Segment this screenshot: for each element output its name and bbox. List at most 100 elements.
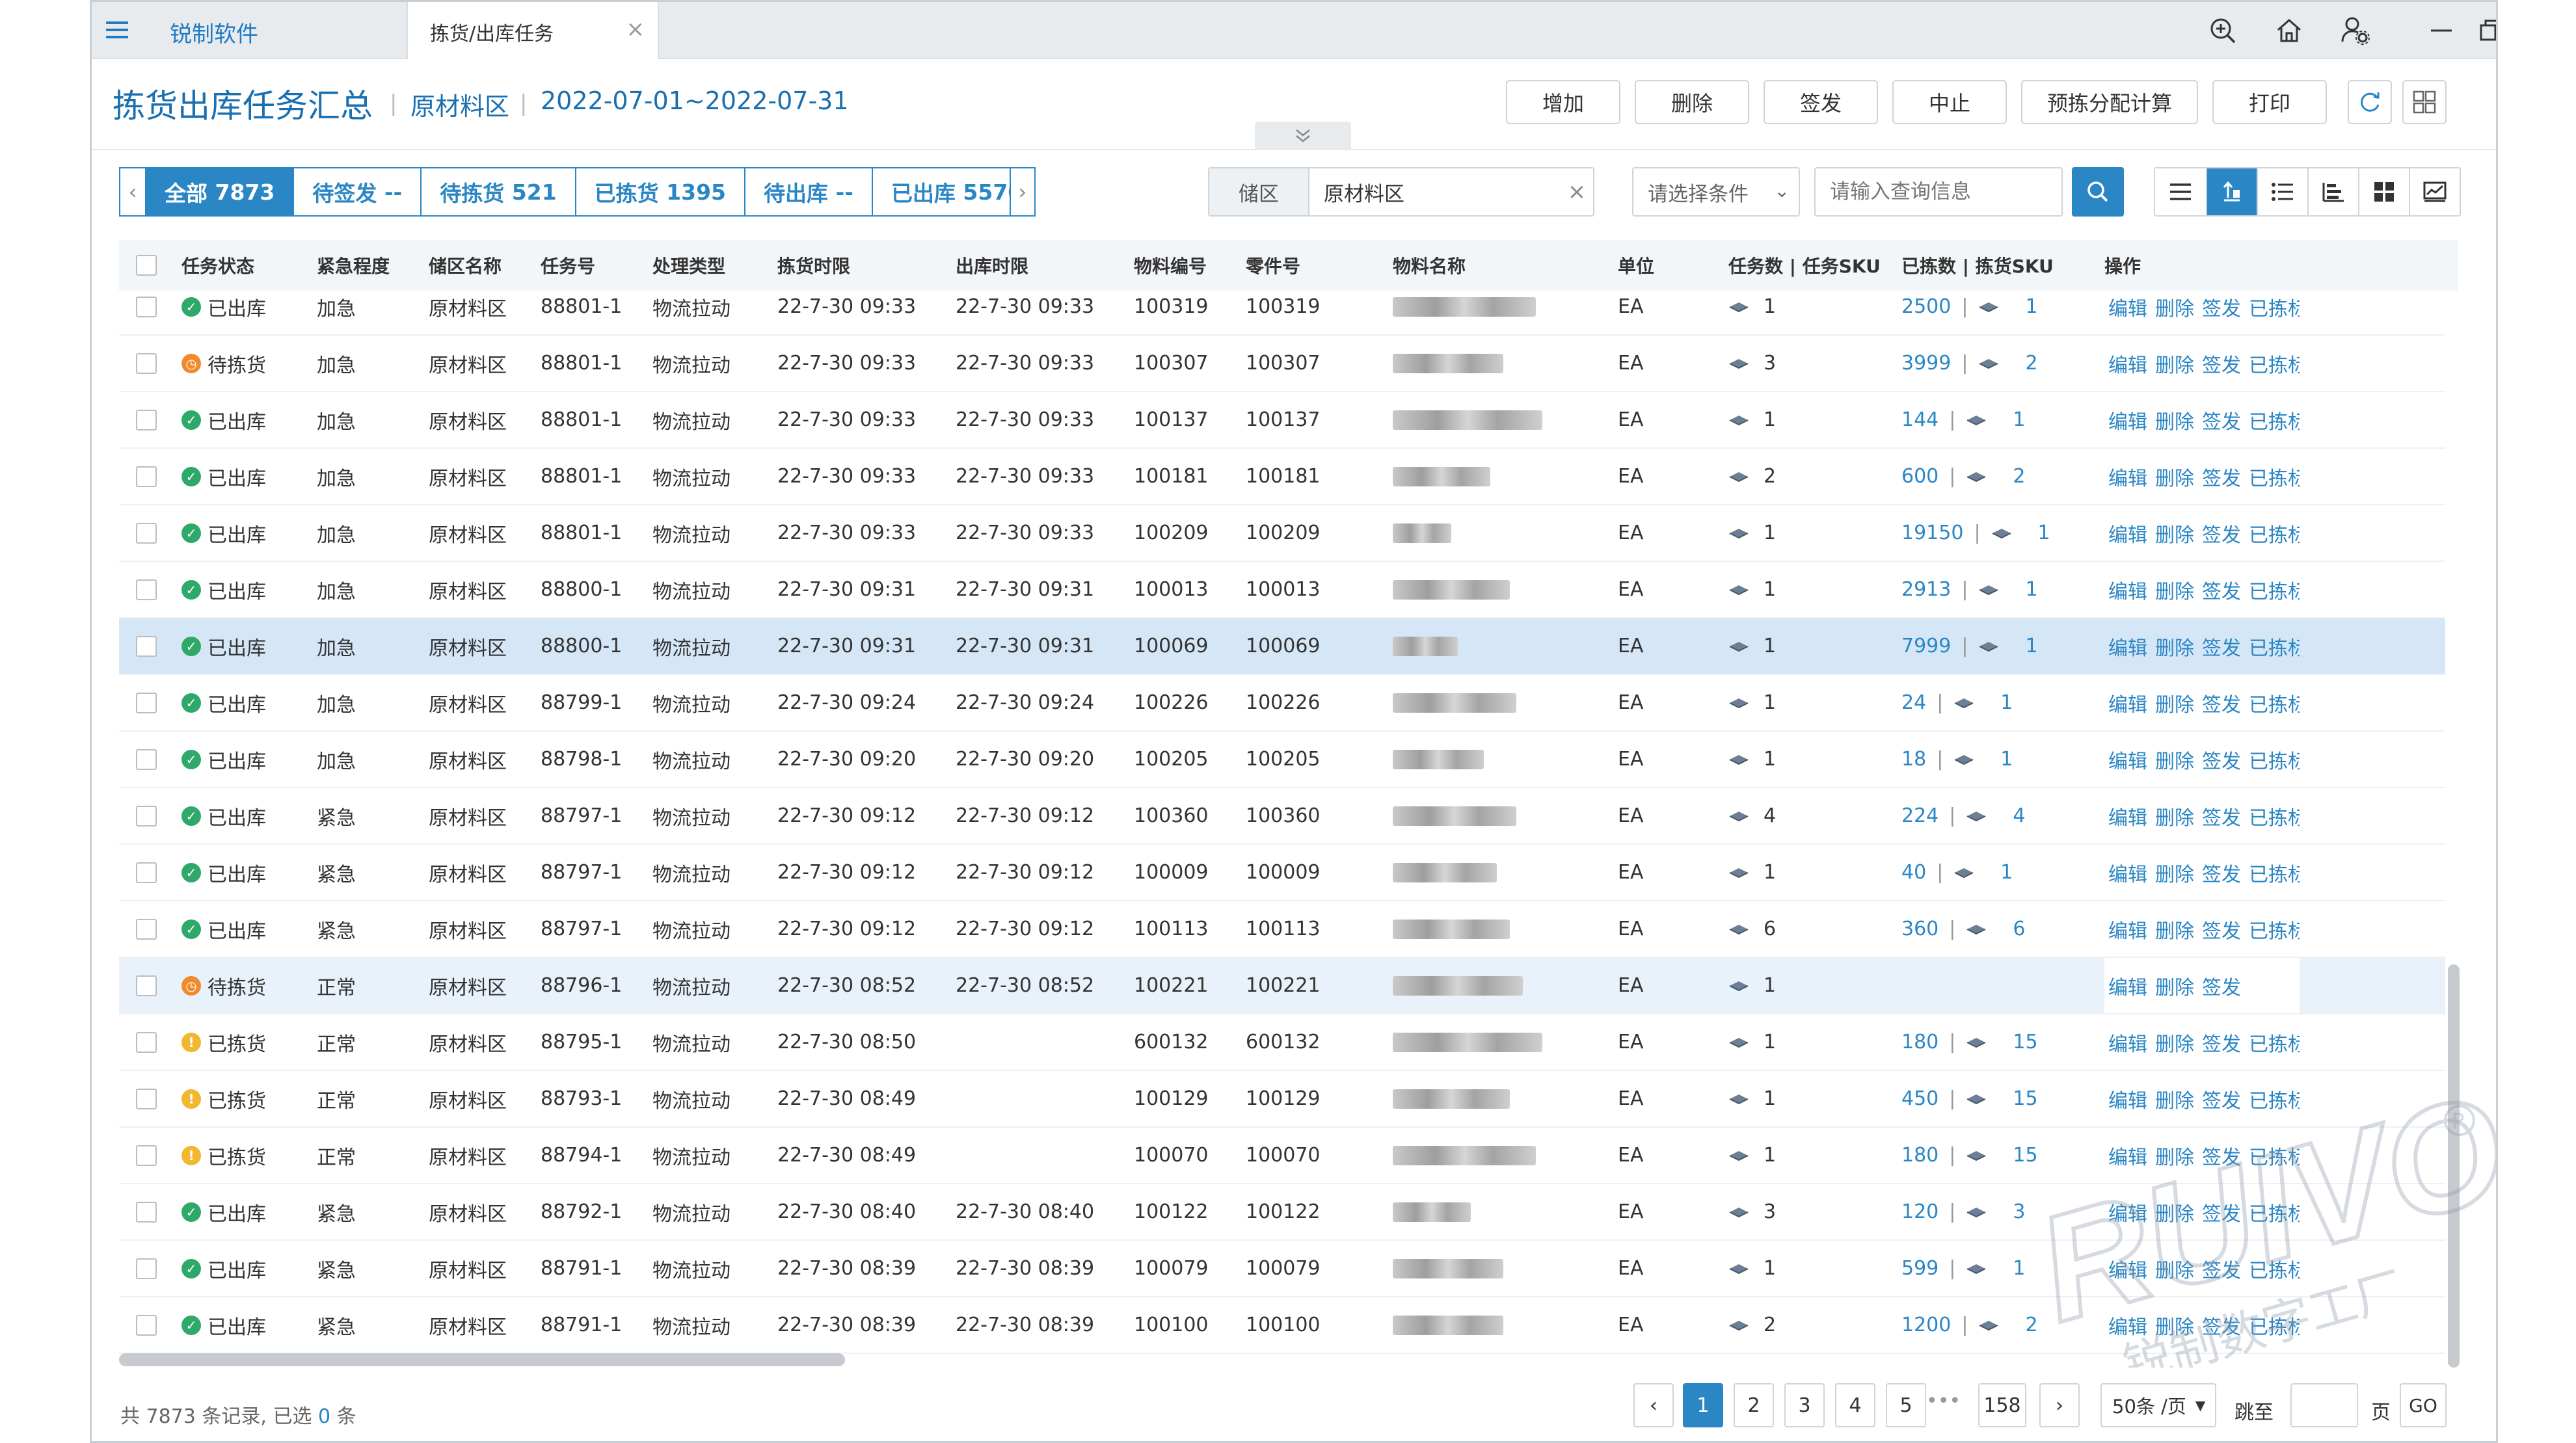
row-checkbox[interactable] <box>136 579 157 600</box>
edit-link[interactable]: 编辑 <box>2108 1141 2147 1170</box>
picked-qty-link[interactable]: 3999 <box>1901 352 1951 375</box>
edit-link[interactable]: 编辑 <box>2108 689 2147 717</box>
row-checkbox[interactable] <box>136 1201 157 1223</box>
edit-link[interactable]: 编辑 <box>2108 802 2147 830</box>
picked-label-link[interactable]: 已拣标签 <box>2249 519 2300 548</box>
pick-sku-link[interactable]: 2 <box>2013 465 2025 488</box>
pick-sku-link[interactable]: 6 <box>2013 918 2025 940</box>
next-page-button[interactable]: › <box>2039 1383 2080 1427</box>
delete-link[interactable]: 删除 <box>2155 576 2194 604</box>
row-checkbox[interactable] <box>136 1088 157 1109</box>
page-2-button[interactable]: 2 <box>1734 1383 1774 1427</box>
issue-link[interactable]: 签发 <box>2202 519 2241 548</box>
tab-outbound[interactable]: 已出库 5570 <box>871 168 1010 215</box>
delete-link[interactable]: 删除 <box>2155 462 2194 491</box>
row-checkbox[interactable] <box>136 975 157 996</box>
table-row[interactable]: ✓ 已出库 加急 原材料区 88801-1 物流拉动 22-7-30 09:33 22-7-3… <box>119 505 2445 562</box>
layout-settings-icon[interactable] <box>2402 80 2447 124</box>
issue-link[interactable]: 签发 <box>2202 632 2241 661</box>
pick-sku-link[interactable]: 1 <box>2000 861 2013 884</box>
picked-label-link[interactable]: 已拣标签 <box>2249 349 2300 378</box>
pick-sku-link[interactable]: 15 <box>2013 1087 2037 1110</box>
pick-sku-link[interactable]: 1 <box>2013 408 2025 431</box>
picked-qty-link[interactable]: 19150 <box>1901 522 1963 544</box>
picked-label-link[interactable]: 已拣标签 <box>2249 293 2300 321</box>
row-checkbox[interactable] <box>136 1314 157 1336</box>
picked-qty-link[interactable]: 40 <box>1901 861 1926 884</box>
pick-sku-link[interactable]: 15 <box>2013 1144 2037 1167</box>
picked-label-link[interactable]: 已拣标签 <box>2249 745 2300 774</box>
row-checkbox[interactable] <box>136 1145 157 1166</box>
condition-select[interactable]: 请选择条件 ⌄ <box>1632 167 1800 217</box>
picked-qty-link[interactable]: 224 <box>1901 804 1939 827</box>
chart-view-icon[interactable] <box>2409 168 2460 215</box>
pick-sku-link[interactable]: 1 <box>2000 691 2013 714</box>
tab-picked[interactable]: 已拣货 1395 <box>574 168 745 215</box>
table-row[interactable]: ! 已拣货 正常 原材料区 88793-1 物流拉动 22-7-30 08:49 100129… <box>119 1071 2445 1128</box>
select-all-checkbox[interactable] <box>136 255 157 276</box>
issue-link[interactable]: 签发 <box>2202 915 2241 944</box>
expand-header-icon[interactable] <box>1255 122 1351 150</box>
tab-pending-outbound[interactable]: 待出库 -- <box>744 168 872 215</box>
tab-pending-issue[interactable]: 待签发 -- <box>293 168 421 215</box>
zoom-in-icon[interactable] <box>2205 12 2241 49</box>
issue-link[interactable]: 签发 <box>2202 462 2241 491</box>
picked-label-link[interactable]: 已拣标签 <box>2249 462 2300 491</box>
row-checkbox[interactable] <box>136 1031 157 1053</box>
tab-close-icon[interactable]: × <box>626 16 645 42</box>
pick-sku-link[interactable]: 1 <box>2025 635 2037 657</box>
refresh-icon[interactable] <box>2348 80 2392 124</box>
edit-link[interactable]: 编辑 <box>2108 1311 2147 1340</box>
home-icon[interactable] <box>2271 12 2307 49</box>
picked-qty-link[interactable]: 24 <box>1901 691 1926 714</box>
issue-link[interactable]: 签发 <box>2202 858 2241 887</box>
pick-sku-link[interactable]: 1 <box>2025 578 2037 601</box>
date-range[interactable]: 2022-07-01~2022-07-31 <box>541 86 849 115</box>
table-row[interactable]: ✓ 已出库 加急 原材料区 88800-1 物流拉动 22-7-30 09:31 22-7-3… <box>119 618 2445 675</box>
pick-sku-link[interactable]: 1 <box>2038 522 2050 544</box>
table-row[interactable]: ✓ 已出库 紧急 原材料区 88797-1 物流拉动 22-7-30 09:12 22-7-3… <box>119 901 2445 958</box>
picked-qty-link[interactable]: 450 <box>1901 1087 1939 1110</box>
picked-qty-link[interactable]: 144 <box>1901 408 1939 431</box>
stop-button[interactable]: 中止 <box>1892 80 2007 124</box>
page-4-button[interactable]: 4 <box>1835 1383 1875 1427</box>
table-row[interactable]: ✓ 已出库 紧急 原材料区 88797-1 物流拉动 22-7-30 09:12 22-7-3… <box>119 845 2445 901</box>
delete-link[interactable]: 删除 <box>2155 802 2194 830</box>
vertical-scrollbar[interactable] <box>2448 964 2460 1368</box>
picked-label-link[interactable]: 已拣标签 <box>2249 1311 2300 1340</box>
page-size-select[interactable]: 50条 /页 ▼ <box>2100 1383 2216 1427</box>
delete-link[interactable]: 删除 <box>2155 1028 2194 1057</box>
page-ellipsis[interactable]: ••• <box>1926 1390 1961 1412</box>
table-row[interactable]: ✓ 已出库 加急 原材料区 88801-1 物流拉动 22-7-30 09:33 22-7-3… <box>119 449 2445 505</box>
delete-link[interactable]: 删除 <box>2155 406 2194 434</box>
row-checkbox[interactable] <box>136 296 157 317</box>
issue-link[interactable]: 签发 <box>2202 576 2241 604</box>
picked-qty-link[interactable]: 360 <box>1901 918 1939 940</box>
pick-sku-link[interactable]: 1 <box>2025 295 2037 318</box>
table-row[interactable]: ✓ 已出库 加急 原材料区 88800-1 物流拉动 22-7-30 09:31 22-7-3… <box>119 562 2445 618</box>
row-checkbox[interactable] <box>136 862 157 883</box>
issue-link[interactable]: 签发 <box>2202 349 2241 378</box>
delete-link[interactable]: 删除 <box>2155 689 2194 717</box>
clear-icon[interactable]: × <box>1561 168 1593 215</box>
edit-link[interactable]: 编辑 <box>2108 349 2147 378</box>
row-checkbox[interactable] <box>136 805 157 827</box>
row-checkbox[interactable] <box>136 522 157 544</box>
pre-allocation-button[interactable]: 预拣分配计算 <box>2021 80 2198 124</box>
picked-label-link[interactable]: 已拣标签 <box>2249 858 2300 887</box>
picked-qty-link[interactable]: 1200 <box>1901 1314 1951 1336</box>
search-input[interactable] <box>1814 167 2063 217</box>
tabs-scroll-left-icon[interactable]: ‹ <box>120 168 145 215</box>
picked-qty-link[interactable]: 2913 <box>1901 578 1951 601</box>
picked-qty-link[interactable]: 180 <box>1901 1144 1939 1167</box>
search-button[interactable] <box>2072 167 2124 217</box>
user-settings-icon[interactable] <box>2337 12 2374 49</box>
picked-qty-link[interactable]: 599 <box>1901 1257 1939 1280</box>
page-5-button[interactable]: 5 <box>1886 1383 1926 1427</box>
print-button[interactable]: 打印 <box>2212 80 2327 124</box>
table-row[interactable]: ! 已拣货 正常 原材料区 88795-1 物流拉动 22-7-30 08:50 600132… <box>119 1014 2445 1071</box>
issue-link[interactable]: 签发 <box>2202 1028 2241 1057</box>
table-row[interactable]: ◷ 待拣货 正常 原材料区 88796-1 物流拉动 22-7-30 08:52 22-7-3… <box>119 958 2445 1014</box>
detail-list-icon[interactable] <box>2257 168 2307 215</box>
restore-icon[interactable] <box>2473 12 2496 49</box>
